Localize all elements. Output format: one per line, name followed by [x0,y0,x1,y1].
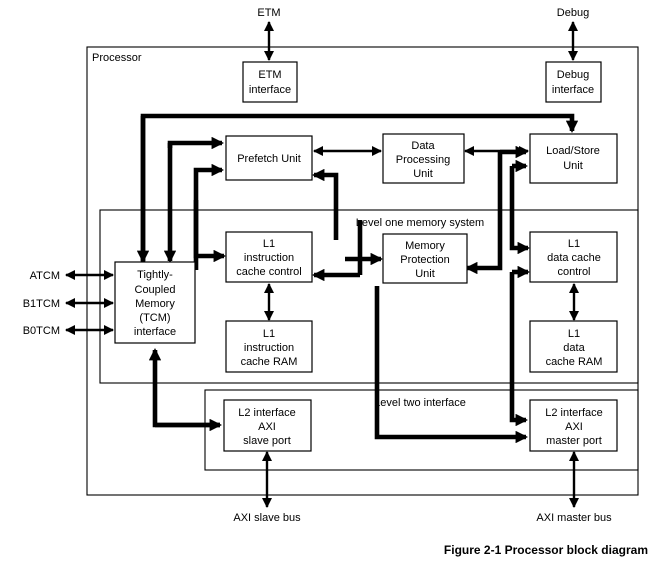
processor-label: Processor [92,52,142,64]
tcm-interface-line3: Memory [135,298,175,310]
tcm-interface-line5: interface [134,326,176,338]
block-diagram-canvas: Processor Level one memory system Level … [23,7,648,557]
l2-axi-slave-port-line1: L2 interface [238,407,295,419]
level-one-label: Level one memory system [356,217,484,229]
l2-axi-master-port-line2: AXI [565,421,583,433]
l1-instruction-cache-control-line2: instruction [244,252,294,264]
l2-axi-master-port-line1: L2 interface [545,407,602,419]
level-two-label: Level two interface [374,397,466,409]
thick-connector-layer [136,113,579,444]
port-label-b1tcm: B1TCM [23,298,60,310]
etm-interface-line1: ETM [258,69,281,81]
load-store-unit-line2: Unit [563,160,583,172]
l1-data-cache-control-line1: L1 [568,238,580,250]
l1-instruction-cache-control-line3: cache control [236,266,301,278]
port-label-axi-master-bus: AXI master bus [536,512,612,524]
block-prefetch-unit[interactable]: Prefetch Unit [225,135,313,181]
block-memory-protection-unit[interactable]: Memory Protection Unit [382,233,468,284]
connector-l2-slave-to-tcm [148,348,220,428]
l1-data-cache-ram-line2: data [563,342,585,354]
load-store-unit-box[interactable] [529,133,618,184]
debug-interface-line1: Debug [557,69,589,81]
block-l1-instruction-cache-ram[interactable]: L1 instruction cache RAM [225,320,313,373]
connector-to-l2-master-port-upper [509,272,528,427]
debug-interface-line2: interface [552,84,594,96]
block-l1-data-cache-ram[interactable]: L1 data cache RAM [529,320,618,373]
data-processing-unit-line2: Processing [396,154,450,166]
block-etm-interface[interactable]: ETM interface [242,61,298,103]
connector-mpu-column-to-l2-master-port [374,286,528,444]
l1-instruction-cache-control-line1: L1 [263,238,275,250]
l1-data-cache-control-line2: data cache [547,252,601,264]
connector-icache-to-prefetch-unit [312,168,339,240]
connector-bus-top-to-load-store [140,113,579,268]
block-debug-interface[interactable]: Debug interface [545,61,602,103]
memory-protection-unit-line3: Unit [415,268,435,280]
l2-axi-slave-port-line2: AXI [258,421,276,433]
port-label-b0tcm: B0TCM [23,325,60,337]
block-l2-axi-master-port[interactable]: L2 interface AXI master port [529,399,618,452]
block-l1-data-cache-control[interactable]: L1 data cache control [529,231,618,283]
port-label-axi-slave-bus: AXI slave bus [233,512,301,524]
processor-block-diagram: Processor Level one memory system Level … [0,0,662,565]
l1-instruction-cache-ram-line2: instruction [244,342,294,354]
etm-interface-line2: interface [249,84,291,96]
block-l1-instruction-cache-control[interactable]: L1 instruction cache control [225,231,313,283]
port-label-atcm: ATCM [30,270,60,282]
tcm-interface-line1: Tightly- [137,269,173,281]
connector-feeder-to-prefetch-unit-upper [167,136,224,150]
external-port-labels: ETM Debug ATCM B1TCM B0TCM AXI slave bus… [23,7,612,524]
l2-axi-master-port-line3: master port [546,435,602,447]
l1-data-cache-ram-line3: cache RAM [546,356,603,368]
memory-protection-unit-line2: Protection [400,254,450,266]
data-processing-unit-line3: Unit [413,168,433,180]
block-data-processing-unit[interactable]: Data Processing Unit [382,133,465,184]
data-processing-unit-line1: Data [411,140,435,152]
block-tcm-interface[interactable]: Tightly- Coupled Memory (TCM) interface [114,261,196,344]
l1-instruction-cache-ram-line1: L1 [263,328,275,340]
figure-caption: Figure 2-1 Processor block diagram [444,543,648,557]
memory-protection-unit-line1: Memory [405,240,445,252]
connector-to-l1-instruction-cache-control [193,200,226,263]
tcm-interface-line2: Coupled [135,284,176,296]
port-label-debug: Debug [557,7,589,19]
l1-data-cache-control-line3: control [557,266,590,278]
block-l2-axi-slave-port[interactable]: L2 interface AXI slave port [223,399,312,452]
connector-to-l1-data-cache-control-upper [509,166,530,255]
l2-axi-slave-port-line3: slave port [243,435,291,447]
prefetch-unit-line1: Prefetch Unit [237,153,301,165]
block-load-store-unit[interactable]: Load/Store Unit [529,133,618,184]
load-store-unit-line1: Load/Store [546,145,600,157]
l1-instruction-cache-ram-line3: cache RAM [241,356,298,368]
l1-data-cache-ram-line1: L1 [568,328,580,340]
tcm-interface-line4: (TCM) [139,312,170,324]
port-label-etm: ETM [257,7,280,19]
